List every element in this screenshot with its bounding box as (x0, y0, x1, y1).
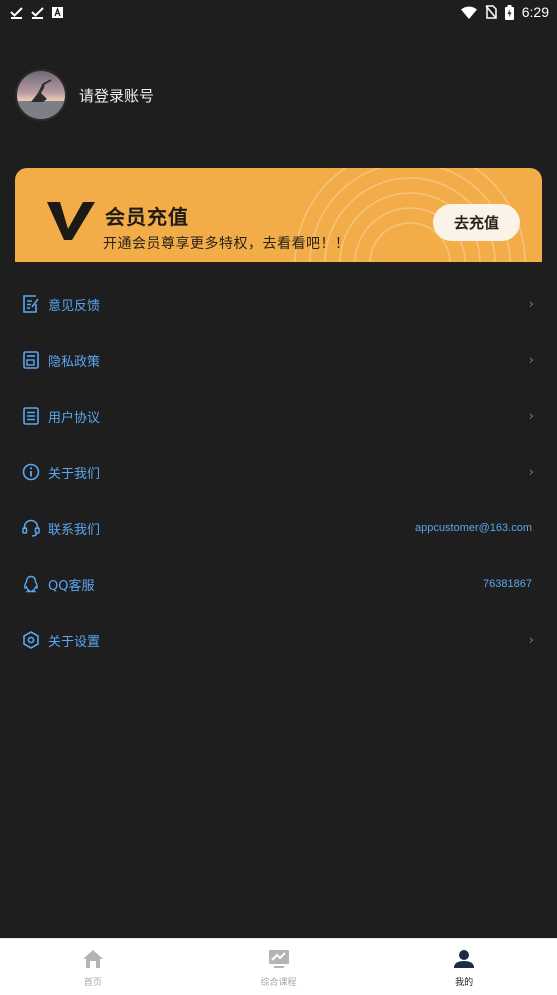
login-prompt[interactable]: 请登录账号 (79, 85, 154, 106)
course-icon (268, 949, 290, 973)
chevron-right-icon: › (528, 632, 534, 648)
menu-item-qq-service[interactable]: QQ客服 76381867 (0, 556, 557, 612)
status-time: 6:29 (521, 4, 549, 20)
nav-home[interactable]: 首页 (0, 939, 186, 995)
privacy-icon (21, 351, 40, 370)
chevron-right-icon: › (528, 464, 534, 480)
nav-label: 我的 (455, 978, 474, 988)
status-bar: 6:29 (0, 0, 557, 24)
nav-label: 首页 (83, 978, 102, 988)
contact-email: appcustomer@163.com (415, 522, 532, 534)
menu-label: 隐私政策 (48, 354, 101, 370)
a-notification-icon (52, 6, 63, 18)
profile-icon (453, 949, 475, 973)
avatar[interactable] (15, 69, 67, 121)
vip-v-logo-icon (47, 199, 95, 247)
info-icon (21, 463, 40, 482)
chevron-right-icon: › (528, 408, 534, 424)
vip-subtitle: 开通会员尊享更多特权，去看看吧！！ (103, 236, 350, 252)
chevron-right-icon: › (528, 352, 534, 368)
menu-label: 关于我们 (48, 466, 101, 482)
battery-icon (504, 4, 514, 20)
menu-label: 关于设置 (48, 634, 101, 650)
no-sim-icon (485, 5, 497, 19)
headset-icon (21, 519, 40, 538)
profile-login[interactable]: 请登录账号 (15, 69, 154, 121)
status-left (10, 6, 63, 19)
wifi-icon (460, 6, 477, 19)
menu-label: 意见反馈 (48, 298, 101, 314)
menu-item-about-us[interactable]: 关于我们 › (0, 444, 557, 500)
recharge-button[interactable]: 去充值 (433, 204, 520, 241)
home-icon (82, 949, 104, 973)
status-right: 6:29 (460, 4, 549, 20)
menu-item-feedback[interactable]: 意见反馈 › (0, 276, 557, 332)
menu-item-user-agreement[interactable]: 用户协议 › (0, 388, 557, 444)
qq-icon (21, 575, 40, 594)
settings-icon (21, 631, 40, 650)
feedback-icon (21, 295, 40, 314)
qq-number: 76381867 (483, 578, 532, 590)
nav-mine[interactable]: 我的 (371, 939, 557, 995)
menu-label: 联系我们 (48, 522, 101, 538)
settings-menu: 意见反馈 › 隐私政策 › 用户协议 › 关于我们 › 联系我们 appcust… (0, 276, 557, 668)
vip-recharge-banner[interactable]: 会员充值 开通会员尊享更多特权，去看看吧！！ 去充值 (15, 168, 542, 262)
nav-label: 综合课程 (260, 978, 297, 988)
check-download-icon (31, 6, 44, 19)
menu-item-privacy[interactable]: 隐私政策 › (0, 332, 557, 388)
vip-title: 会员充值 (105, 205, 189, 229)
menu-label: 用户协议 (48, 410, 101, 426)
nav-courses[interactable]: 综合课程 (186, 939, 372, 995)
check-download-icon (10, 6, 23, 19)
menu-item-settings[interactable]: 关于设置 › (0, 612, 557, 668)
bottom-navigation: 首页 综合课程 我的 (0, 938, 557, 995)
chevron-right-icon: › (528, 296, 534, 312)
menu-item-contact-us[interactable]: 联系我们 appcustomer@163.com (0, 500, 557, 556)
agreement-icon (21, 407, 40, 426)
menu-label: QQ客服 (48, 578, 95, 594)
